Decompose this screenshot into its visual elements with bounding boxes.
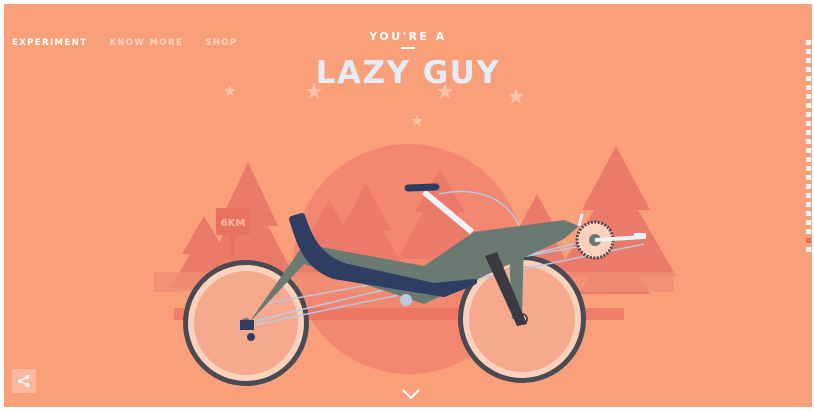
scroll-dot[interactable] xyxy=(806,76,811,81)
scroll-dot[interactable] xyxy=(806,49,811,54)
scroll-dot[interactable] xyxy=(806,202,811,207)
scroll-dot[interactable] xyxy=(806,175,811,180)
share-icon xyxy=(18,375,30,387)
star xyxy=(411,115,423,126)
scroll-dot[interactable] xyxy=(806,85,811,90)
scroll-dot[interactable] xyxy=(806,166,811,171)
scroll-dot[interactable] xyxy=(806,121,811,126)
scroll-dot[interactable] xyxy=(806,94,811,99)
scroll-dot[interactable] xyxy=(806,67,811,72)
scroll-dot[interactable] xyxy=(806,193,811,198)
scroll-dot[interactable] xyxy=(806,220,811,225)
scroll-dot[interactable] xyxy=(806,148,811,153)
bike-scene: 6KM xyxy=(154,83,676,386)
scroll-dot[interactable] xyxy=(806,184,811,189)
scroll-dot-active[interactable] xyxy=(806,238,811,243)
star xyxy=(437,83,453,99)
star xyxy=(508,88,524,104)
distance-sign-text: 6KM xyxy=(221,218,246,229)
scroll-dot[interactable] xyxy=(806,58,811,63)
stars xyxy=(224,83,524,126)
scroll-dot[interactable] xyxy=(806,211,811,216)
star xyxy=(224,85,236,96)
share-button[interactable] xyxy=(12,369,36,393)
scroll-dot[interactable] xyxy=(806,103,811,108)
scroll-dot[interactable] xyxy=(806,229,811,234)
scroll-dot[interactable] xyxy=(806,40,811,45)
scroll-indicator xyxy=(806,40,812,256)
scroll-dot[interactable] xyxy=(806,247,811,252)
experiment-page: EXPERIMENT KNOW MORE SHOP YOU'RE A LAZY … xyxy=(4,4,812,407)
scroll-dot[interactable] xyxy=(806,112,811,117)
chevron-down-icon[interactable] xyxy=(402,389,420,400)
scroll-dot[interactable] xyxy=(806,157,811,162)
scroll-dot[interactable] xyxy=(806,130,811,135)
scroll-dot[interactable] xyxy=(806,139,811,144)
star xyxy=(306,83,322,99)
bottom-bracket xyxy=(400,294,412,306)
